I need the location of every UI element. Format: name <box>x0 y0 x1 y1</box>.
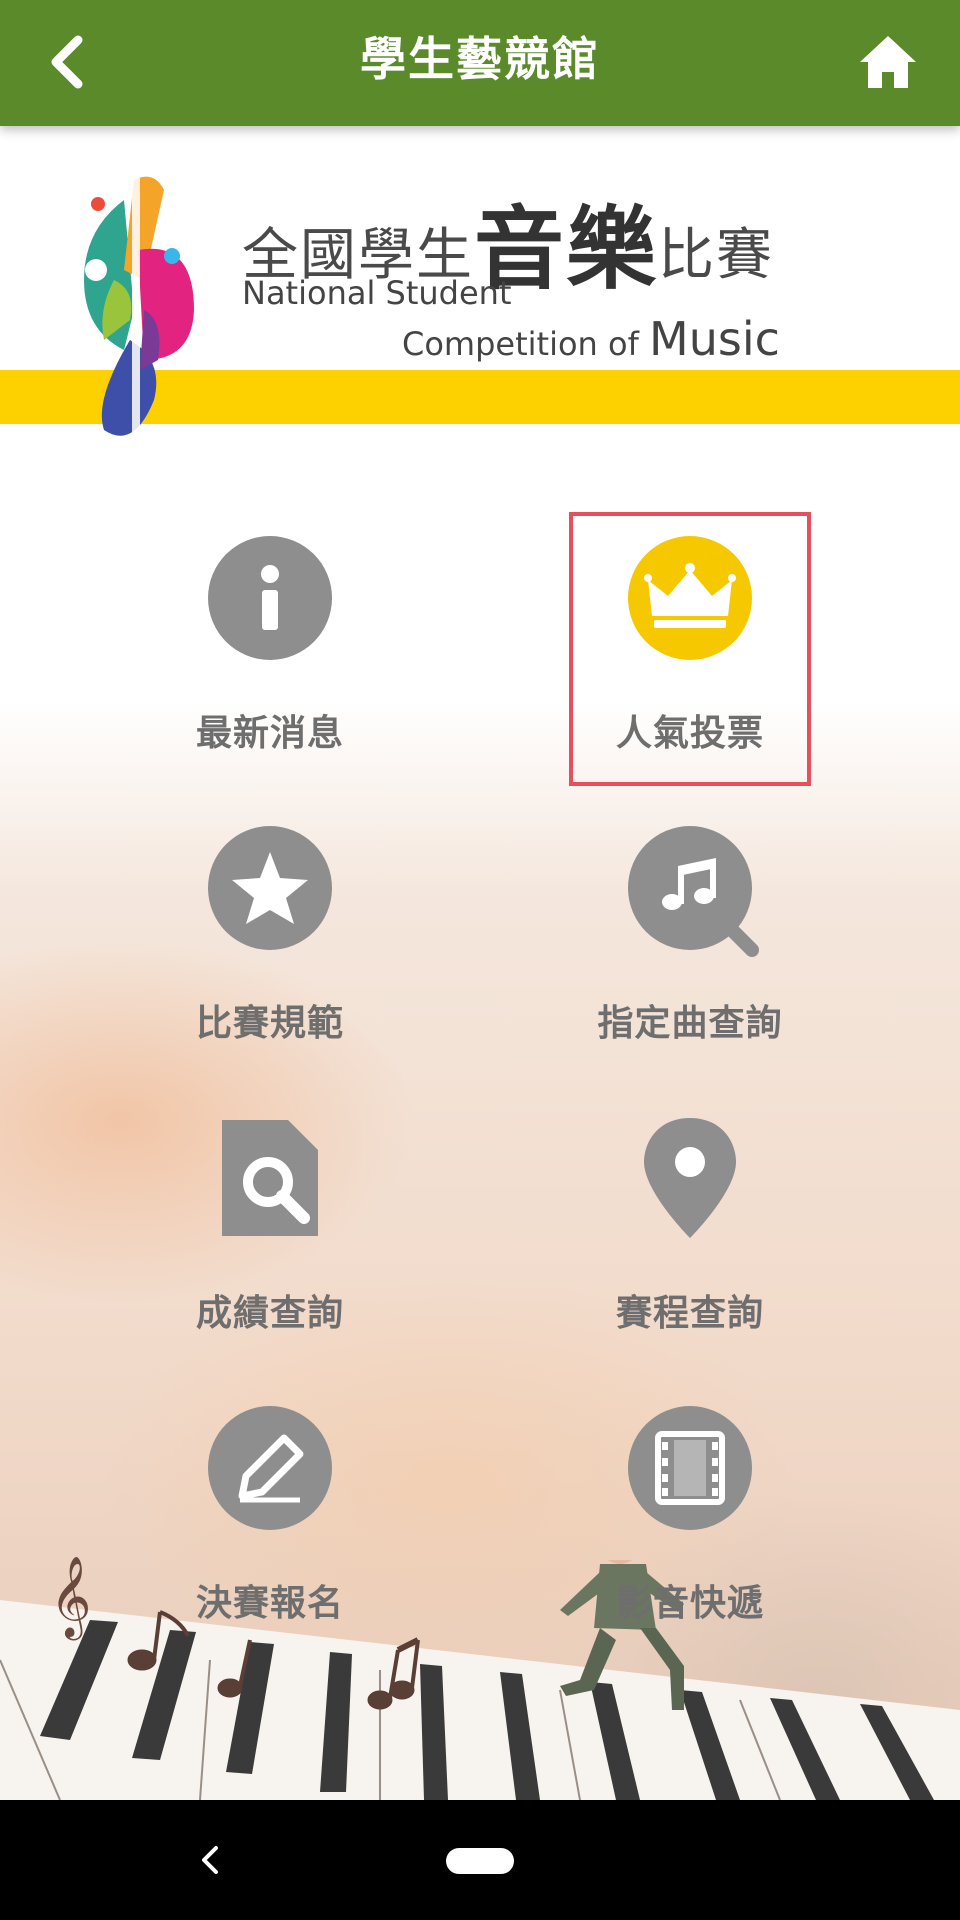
menu-item-video-express[interactable]: 影音快遞 <box>550 1386 830 1646</box>
nav-home-pill-icon[interactable] <box>446 1848 514 1874</box>
menu-item-set-piece-search[interactable]: 指定曲查詢 <box>550 806 830 1066</box>
nav-back-icon[interactable] <box>196 1840 224 1880</box>
logo-mark-icon <box>84 170 194 440</box>
document-search-icon <box>208 1116 332 1240</box>
menu-item-schedule-search[interactable]: 賽程查詢 <box>550 1096 830 1356</box>
menu-label: 成績查詢 <box>195 1293 344 1334</box>
menu-item-news[interactable]: 最新消息 <box>130 516 410 776</box>
menu-item-popularity-vote[interactable]: 人氣投票 <box>550 516 830 776</box>
menu-label: 比賽規範 <box>195 1003 344 1044</box>
crown-icon <box>628 536 752 660</box>
competition-logo: 全國學生音樂比賽 National Student Competition of… <box>0 126 960 456</box>
info-icon <box>208 536 332 660</box>
music-search-icon <box>628 826 759 957</box>
menu-item-rules[interactable]: 比賽規範 <box>130 806 410 1066</box>
logo-cn-suffix: 比賽 <box>658 223 774 288</box>
page-title: 學生藝競館 <box>360 32 600 86</box>
logo-en-music: Music <box>649 312 780 366</box>
pencil-icon <box>208 1406 332 1530</box>
logo-en-line2-text: Competition of <box>402 325 639 363</box>
menu-item-final-registration[interactable]: 決賽報名 <box>130 1386 410 1646</box>
star-icon <box>208 826 332 950</box>
menu-item-results-search[interactable]: 成績查詢 <box>130 1096 410 1356</box>
film-icon <box>628 1406 752 1530</box>
home-icon <box>860 36 916 88</box>
logo-english-line2: Competition of Music <box>402 312 780 366</box>
menu-label: 指定曲查詢 <box>597 1003 783 1044</box>
menu-label: 最新消息 <box>195 713 344 754</box>
home-button[interactable] <box>856 30 920 94</box>
app-header: 學生藝競館 <box>0 0 960 126</box>
menu-label: 決賽報名 <box>195 1583 344 1624</box>
menu-label: 影音快遞 <box>615 1583 764 1624</box>
logo-english-line1: National Student <box>242 274 512 312</box>
svg-text:𝄞: 𝄞 <box>50 1555 91 1640</box>
menu-label: 人氣投票 <box>615 713 764 754</box>
system-navigation-bar <box>0 1800 960 1920</box>
location-pin-icon <box>628 1116 752 1240</box>
menu-label: 賽程查詢 <box>615 1293 764 1334</box>
